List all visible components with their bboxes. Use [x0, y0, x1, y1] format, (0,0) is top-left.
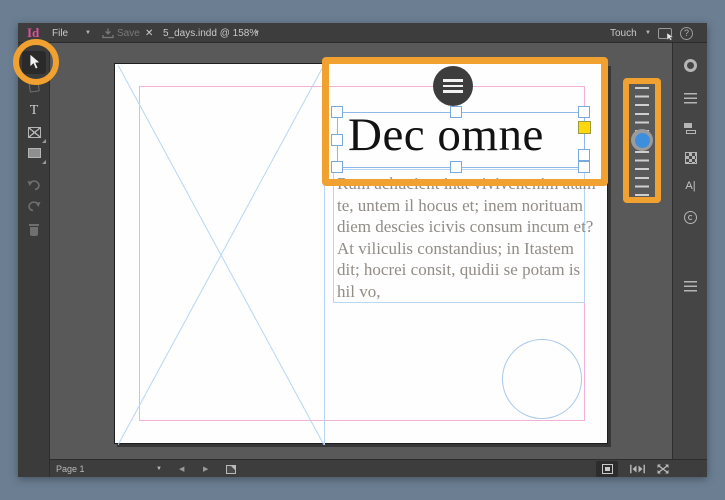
- document-canvas[interactable]: Rum achucient inat vivivenenim atam te, …: [50, 43, 672, 459]
- close-tab-icon[interactable]: ✕: [145, 23, 153, 43]
- handle-top-center[interactable]: [450, 106, 462, 118]
- size-slider-thumb[interactable]: [631, 129, 653, 151]
- page-transition-icon[interactable]: [226, 460, 236, 478]
- body-line: diem descies icivis consum incum et?: [337, 217, 594, 237]
- page-indicator[interactable]: Page 1: [56, 460, 85, 478]
- tools-panel: T: [18, 43, 50, 477]
- body-line: dit; hocrei consit, quidii se potam is: [337, 260, 581, 280]
- body-line: te, untem il hocus et; inem norituam: [337, 195, 583, 215]
- panel-menu-icon[interactable]: [673, 276, 708, 296]
- character-panel-icon[interactable]: A|: [673, 176, 708, 196]
- title-bar: Id File ▼ Save ✕ 5_days.indd @ 158% ▼ To…: [18, 23, 707, 43]
- body-text-frame[interactable]: Rum achucient inat vivivenenim atam te, …: [333, 169, 596, 303]
- next-page-icon[interactable]: ▶: [203, 460, 208, 478]
- corner-radius-handle[interactable]: [578, 121, 591, 134]
- handle-bottom-left[interactable]: [331, 161, 343, 173]
- column-guide: [324, 64, 325, 445]
- file-menu-dropdown-icon[interactable]: ▼: [85, 23, 91, 43]
- cc-libraries-panel-icon[interactable]: [673, 207, 708, 227]
- desktop-background: Id File ▼ Save ✕ 5_days.indd @ 158% ▼ To…: [0, 0, 725, 500]
- panel-dock: A|: [672, 43, 707, 459]
- rectangle-tool-flyout-indicator: [42, 160, 46, 164]
- placeholder-frame[interactable]: [118, 65, 324, 445]
- document-page[interactable]: Rum achucient inat vivivenenim atam te, …: [114, 63, 608, 445]
- previous-page-icon[interactable]: ◀: [179, 460, 184, 478]
- fit-width-icon[interactable]: [630, 460, 645, 478]
- body-line: Rum achucient inat vivivenenim atam: [337, 174, 596, 193]
- handle-top-right[interactable]: [578, 106, 590, 118]
- redo-icon[interactable]: [18, 194, 50, 218]
- indesign-window: Id File ▼ Save ✕ 5_days.indd @ 158% ▼ To…: [18, 23, 707, 477]
- delete-icon[interactable]: [18, 218, 50, 242]
- page-dropdown-icon[interactable]: ▼: [156, 460, 162, 478]
- save-icon[interactable]: [102, 23, 114, 43]
- swatches-panel-icon[interactable]: [673, 148, 708, 168]
- slider-ticks-upper: [635, 87, 649, 133]
- page-tool-icon[interactable]: [18, 74, 50, 98]
- handle-mid-right[interactable]: [578, 149, 590, 161]
- fit-page-button[interactable]: [596, 461, 618, 477]
- actual-size-icon[interactable]: [657, 460, 669, 478]
- handle-bottom-center[interactable]: [450, 161, 462, 173]
- indesign-logo: Id: [27, 25, 40, 40]
- slider-ticks-lower: [635, 151, 649, 199]
- workspace-switcher[interactable]: Touch: [610, 23, 637, 43]
- selected-title-frame[interactable]: Dec omne: [331, 106, 591, 173]
- tab-dropdown-icon[interactable]: ▼: [254, 23, 260, 43]
- document-tab[interactable]: 5_days.indd @ 158%: [163, 23, 258, 43]
- color-panel-icon[interactable]: [673, 55, 708, 75]
- context-menu-puck[interactable]: [433, 66, 473, 106]
- circle-frame[interactable]: [502, 339, 582, 419]
- save-button[interactable]: Save: [117, 23, 140, 43]
- touch-mode-toggle-icon[interactable]: [658, 23, 674, 43]
- body-line: At viliculis constandius; in Itastem: [337, 238, 575, 258]
- pages-panel-icon[interactable]: [673, 118, 708, 138]
- file-menu[interactable]: File: [52, 23, 68, 43]
- help-icon[interactable]: ?: [680, 23, 693, 43]
- handle-mid-left[interactable]: [331, 134, 343, 146]
- fit-page-icon: [601, 464, 613, 474]
- status-bar: Page 1 ▼ ◀ ▶: [50, 459, 707, 477]
- handle-bottom-right[interactable]: [578, 161, 590, 173]
- title-text: Dec omne: [348, 109, 544, 161]
- selection-tool-icon[interactable]: [18, 50, 50, 74]
- stroke-panel-icon[interactable]: [673, 88, 708, 108]
- handle-top-left[interactable]: [331, 106, 343, 118]
- body-line: hil vo,: [337, 281, 381, 301]
- workspace-dropdown-icon[interactable]: ▼: [645, 23, 651, 43]
